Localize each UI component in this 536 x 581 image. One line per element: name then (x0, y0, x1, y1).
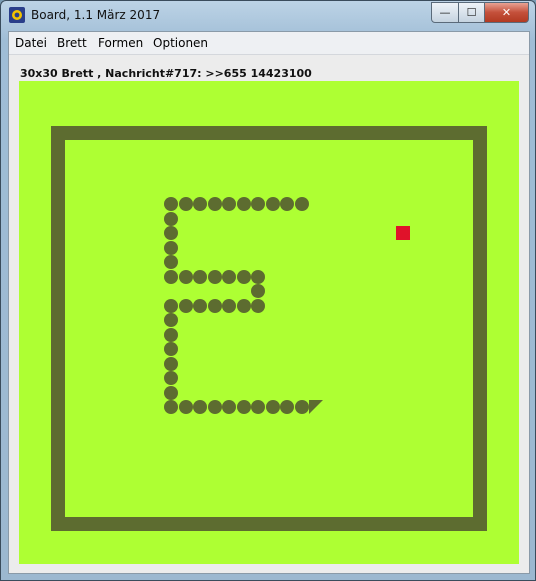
game-board[interactable] (19, 81, 519, 564)
menu-datei[interactable]: Datei (15, 36, 47, 50)
snake-segment (164, 342, 178, 356)
close-button[interactable]: ✕ (485, 2, 529, 23)
client-area: Datei Brett Formen Optionen 30x30 Brett … (8, 31, 530, 574)
snake-segment (208, 299, 222, 313)
snake-segment (208, 270, 222, 284)
snake-segment (237, 197, 251, 211)
board-wall (51, 126, 487, 531)
snake-segment (179, 299, 193, 313)
snake-segment (164, 212, 178, 226)
snake-segment (295, 197, 309, 211)
snake-segment (222, 400, 236, 414)
snake-segment (164, 241, 178, 255)
maximize-button[interactable]: ☐ (459, 2, 485, 23)
snake-segment (164, 400, 178, 414)
snake-segment (164, 357, 178, 371)
window-controls: — ☐ ✕ (431, 2, 529, 23)
window-title: Board, 1.1 März 2017 (31, 8, 161, 22)
snake-segment (237, 270, 251, 284)
snake-segment (193, 400, 207, 414)
snake-segment (164, 299, 178, 313)
snake-segment (164, 226, 178, 240)
app-icon[interactable] (9, 7, 25, 23)
snake-segment (179, 400, 193, 414)
snake-segment (179, 270, 193, 284)
snake-segment (251, 284, 265, 298)
snake-segment (164, 386, 178, 400)
snake-segment (164, 197, 178, 211)
snake-segment (237, 299, 251, 313)
snake-segment (193, 197, 207, 211)
snake-segment (208, 197, 222, 211)
app-window: Board, 1.1 März 2017 — ☐ ✕ Datei Brett F… (0, 0, 536, 581)
snake-segment (251, 400, 265, 414)
minimize-button[interactable]: — (431, 2, 459, 23)
snake-segment (251, 270, 265, 284)
title-bar[interactable]: Board, 1.1 März 2017 — ☐ ✕ (1, 1, 535, 31)
snake-segment (280, 400, 294, 414)
status-message: 30x30 Brett , Nachricht#717: >>655 14423… (20, 67, 312, 80)
snake-segment (208, 400, 222, 414)
snake-segment (251, 197, 265, 211)
snake-head (309, 400, 323, 414)
snake-segment (266, 400, 280, 414)
snake-segment (222, 299, 236, 313)
snake-segment (237, 400, 251, 414)
menu-brett[interactable]: Brett (57, 36, 87, 50)
menu-bar: Datei Brett Formen Optionen (9, 32, 529, 55)
snake-segment (164, 313, 178, 327)
snake-segment (193, 299, 207, 313)
snake-segment (179, 197, 193, 211)
food-item (396, 226, 410, 240)
menu-optionen[interactable]: Optionen (153, 36, 208, 50)
snake-segment (164, 270, 178, 284)
snake-segment (251, 299, 265, 313)
snake-segment (193, 270, 207, 284)
snake-segment (266, 197, 280, 211)
snake-segment (164, 328, 178, 342)
snake-segment (280, 197, 294, 211)
snake-segment (295, 400, 309, 414)
snake-segment (164, 371, 178, 385)
snake-segment (222, 270, 236, 284)
snake-segment (164, 255, 178, 269)
snake-segment (222, 197, 236, 211)
menu-formen[interactable]: Formen (98, 36, 143, 50)
